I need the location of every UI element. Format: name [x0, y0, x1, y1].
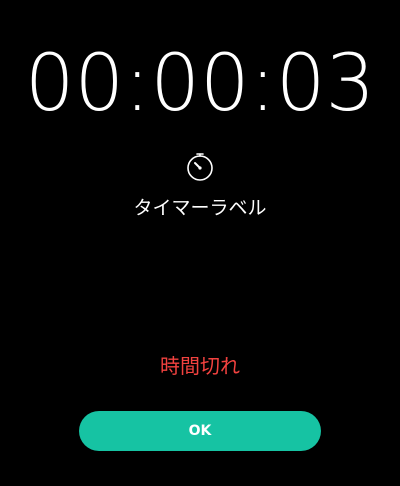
timer-display: 00:00:03 [24, 39, 376, 129]
stopwatch-icon [185, 152, 215, 182]
ok-button[interactable]: OK [79, 411, 321, 451]
timer-alarm-screen: 00:00:03 タイマーラベル 時間切れ OK [0, 0, 400, 486]
time-up-status: 時間切れ [160, 354, 240, 378]
timer-label: タイマーラベル [133, 197, 267, 219]
